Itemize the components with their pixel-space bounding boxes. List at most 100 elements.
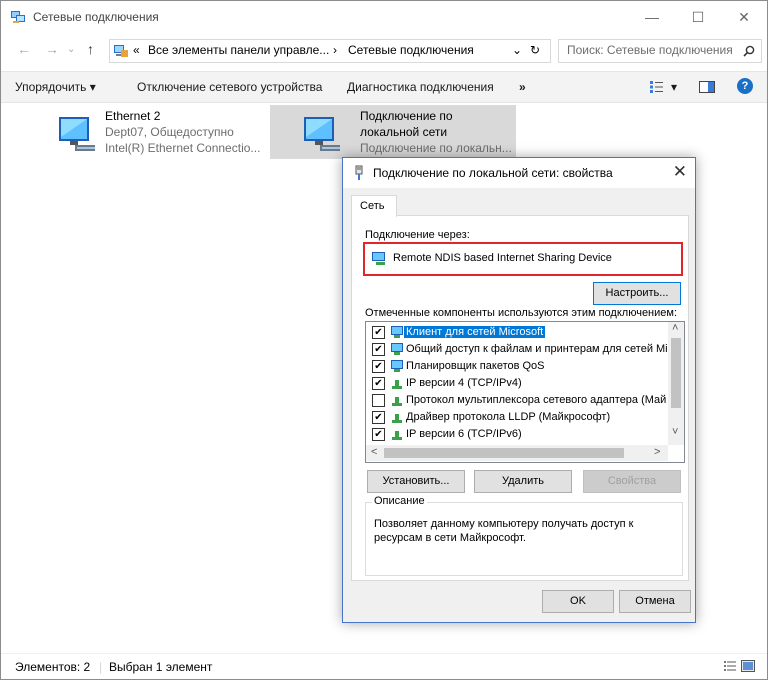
adapter-box: Remote NDIS based Internet Sharing Devic… [363, 242, 683, 276]
address-dropdown-icon[interactable]: ⌄ [512, 43, 522, 57]
scroll-up-icon[interactable]: ˄ [672, 322, 678, 334]
organize-menu[interactable]: Упорядочить ▾ [15, 80, 96, 94]
component-label: IP версии 4 (TCP/IPv4) [406, 377, 522, 389]
component-checkbox[interactable]: ✔ [372, 377, 385, 390]
selected-count: Выбран 1 элемент [109, 660, 213, 674]
disable-device-button[interactable]: Отключение сетевого устройства [137, 80, 322, 94]
change-view-icon[interactable] [649, 80, 665, 94]
connection-local-area[interactable]: Подключение по локальной сети Подключени… [270, 105, 516, 159]
network-adapter-icon [59, 117, 95, 151]
breadcrumb-separator-icon[interactable]: › [333, 43, 337, 57]
connection-name-line1: Подключение по [360, 109, 453, 123]
dialog-close-button[interactable]: ✕ [673, 162, 687, 182]
back-icon[interactable]: ← [17, 41, 31, 57]
component-label: Общий доступ к файлам и принтерам для се… [406, 343, 668, 355]
minimize-button[interactable]: — [629, 1, 675, 33]
title-bar: Сетевые подключения — ☐ ✕ [1, 1, 767, 33]
list-item[interactable]: ✔ IP версии 6 (TCP/IPv6) [366, 426, 670, 443]
vertical-scrollbar[interactable]: ˄ ˅ [668, 322, 684, 445]
breadcrumb-control-panel[interactable]: Все элементы панели управле... [148, 43, 329, 57]
search-input[interactable]: Поиск: Сетевые подключения [558, 39, 762, 63]
network-service-icon [391, 343, 403, 355]
horizontal-scroll-thumb[interactable] [384, 448, 624, 458]
connect-via-label: Подключение через: [365, 229, 470, 241]
component-label: Планировщик пакетов QoS [406, 360, 545, 372]
description-text: Позволяет данному компьютеру получать до… [374, 518, 634, 544]
up-icon[interactable]: ↑ [87, 41, 94, 57]
recent-locations-icon[interactable]: ⌄ [67, 44, 75, 55]
network-service-icon [391, 360, 403, 372]
large-icons-view-icon[interactable] [741, 660, 755, 672]
components-list[interactable]: ✔ Клиент для сетей Microsoft ✔ Общий дос… [365, 321, 685, 463]
component-label: Клиент для сетей Microsoft [404, 326, 546, 338]
component-checkbox[interactable] [372, 394, 385, 407]
list-item[interactable]: ✔ Общий доступ к файлам и принтерам для … [366, 341, 670, 358]
tab-network-label: Сеть [360, 200, 385, 212]
component-checkbox[interactable]: ✔ [372, 428, 385, 441]
more-commands-button[interactable]: » [519, 80, 526, 94]
network-connections-icon [11, 11, 25, 23]
network-adapter-icon [372, 252, 385, 265]
dialog-title-bar: Подключение по локальной сети: свойства … [343, 158, 695, 188]
breadcrumb-overflow-icon[interactable]: « [133, 43, 140, 57]
component-label: Протокол мультиплексора сетевого адаптер… [406, 394, 667, 406]
protocol-icon [392, 414, 402, 423]
vertical-scroll-thumb[interactable] [671, 338, 681, 408]
description-label: Описание [372, 495, 427, 507]
preview-pane-icon[interactable] [699, 81, 715, 93]
adapter-name: Remote NDIS based Internet Sharing Devic… [393, 252, 612, 264]
list-item[interactable]: Протокол мультиплексора сетевого адаптер… [366, 392, 670, 409]
protocol-icon [392, 431, 402, 440]
control-panel-icon [114, 45, 128, 57]
component-checkbox[interactable]: ✔ [372, 343, 385, 356]
configure-button[interactable]: Настроить... [593, 282, 681, 305]
search-placeholder: Поиск: Сетевые подключения [567, 43, 733, 57]
tab-network[interactable]: Сеть [351, 195, 397, 217]
network-client-icon [391, 326, 403, 338]
refresh-icon[interactable]: ↻ [530, 43, 540, 57]
scroll-down-icon[interactable]: ˅ [672, 426, 678, 438]
ethernet-plug-icon [355, 165, 363, 180]
address-bar[interactable]: « Все элементы панели управле... › Сетев… [109, 39, 551, 63]
close-window-button[interactable]: ✕ [721, 1, 767, 33]
properties-button: Свойства [583, 470, 681, 493]
remove-button[interactable]: Удалить [474, 470, 572, 493]
maximize-button[interactable]: ☐ [675, 1, 721, 33]
component-label: IP версии 6 (TCP/IPv6) [406, 428, 522, 440]
status-bar: Элементов: 2 | Выбран 1 элемент [1, 653, 767, 678]
search-icon [743, 45, 755, 57]
list-item[interactable]: ✔ Драйвер протокола LLDP (Майкрософт) [366, 409, 670, 426]
connection-ethernet-2[interactable]: Ethernet 2 Dept07, Общедоступно Intel(R)… [47, 105, 269, 159]
list-item[interactable]: ✔ Клиент для сетей Microsoft [366, 324, 670, 341]
help-icon[interactable]: ? [737, 78, 753, 94]
connection-name: Ethernet 2 [105, 109, 161, 123]
diagnose-button[interactable]: Диагностика подключения [347, 80, 494, 94]
status-divider: | [99, 660, 103, 674]
component-checkbox[interactable]: ✔ [372, 411, 385, 424]
component-checkbox[interactable]: ✔ [372, 326, 385, 339]
components-label: Отмеченные компоненты используются этим … [365, 307, 678, 319]
horizontal-scrollbar[interactable]: < > [366, 445, 668, 461]
ok-button[interactable]: OK [542, 590, 614, 613]
window-title: Сетевые подключения [33, 10, 159, 24]
list-item[interactable]: ✔ Планировщик пакетов QoS [366, 358, 670, 375]
breadcrumb-network-connections[interactable]: Сетевые подключения [348, 43, 474, 57]
protocol-icon [392, 380, 402, 389]
forward-icon[interactable]: → [45, 41, 59, 57]
dialog-title: Подключение по локальной сети: свойства [373, 166, 613, 180]
description-group: Описание Позволяет данному компьютеру по… [365, 495, 683, 576]
connection-device: Intel(R) Ethernet Connectio... [105, 141, 261, 155]
details-view-icon[interactable] [723, 660, 737, 672]
protocol-icon [392, 397, 402, 406]
cancel-button[interactable]: Отмена [619, 590, 691, 613]
properties-dialog: Подключение по локальной сети: свойства … [342, 157, 696, 623]
view-dropdown-icon[interactable]: ▾ [671, 80, 677, 94]
connection-status: Dept07, Общедоступно [105, 125, 234, 139]
network-adapter-icon [304, 117, 340, 151]
scroll-left-icon[interactable]: < [371, 446, 377, 458]
scroll-right-icon[interactable]: > [654, 446, 660, 458]
install-button[interactable]: Установить... [367, 470, 465, 493]
list-item[interactable]: ✔ IP версии 4 (TCP/IPv4) [366, 375, 670, 392]
component-checkbox[interactable]: ✔ [372, 360, 385, 373]
component-label: Драйвер протокола LLDP (Майкрософт) [406, 411, 611, 423]
